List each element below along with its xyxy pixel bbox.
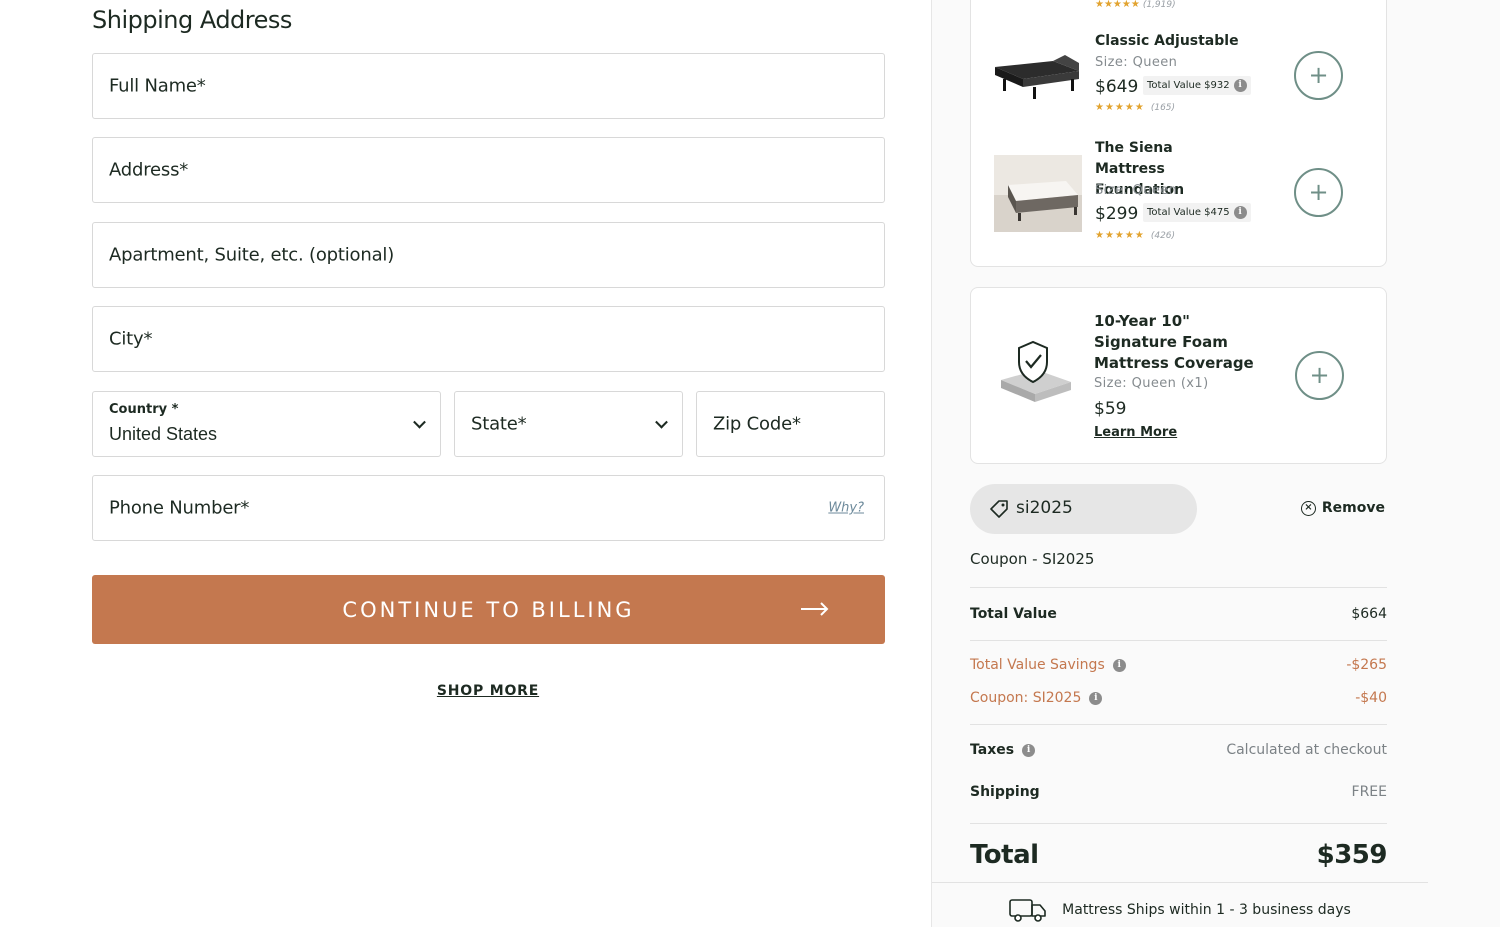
total-value-label: Total Value <box>970 606 1057 622</box>
state-placeholder: State* <box>471 413 527 435</box>
total-value-badge: Total Value $932 i <box>1143 76 1251 95</box>
info-icon[interactable]: i <box>1022 743 1036 757</box>
taxes-value: Calculated at checkout <box>1226 742 1387 758</box>
continue-to-billing-button[interactable]: CONTINUE TO BILLING <box>92 575 885 644</box>
close-circle-icon: × <box>1300 500 1316 516</box>
state-select[interactable]: State* <box>454 391 683 457</box>
total-value-amount: $664 <box>1351 606 1387 622</box>
info-icon[interactable]: i <box>1112 658 1126 672</box>
product-rating: ★★★★★ (165) <box>1095 102 1175 113</box>
info-icon[interactable]: i <box>1233 79 1247 92</box>
address-placeholder: Address* <box>109 159 189 181</box>
phone-field[interactable]: Phone Number* Why? <box>92 475 885 541</box>
coverage-size: Size: Queen (x1) <box>1094 376 1209 391</box>
total-amount: $359 <box>1316 840 1388 870</box>
shield-check-icon <box>1001 340 1071 402</box>
shop-more-link[interactable]: SHOP MORE <box>0 683 976 699</box>
divider <box>970 823 1387 824</box>
add-classic-adjustable-button[interactable]: + <box>1294 51 1343 100</box>
review-count: (426) <box>1150 231 1176 241</box>
total-value-text: Total Value $932 <box>1147 80 1230 91</box>
apartment-field[interactable]: Apartment, Suite, etc. (optional) <box>92 222 885 288</box>
product-price: $649 <box>1095 77 1139 97</box>
remove-coupon-button[interactable]: × Remove <box>1300 500 1385 516</box>
shipping-row: Shipping FREE <box>970 784 1387 800</box>
coupon-code: si2025 <box>1016 498 1073 518</box>
phone-placeholder: Phone Number* <box>109 497 250 519</box>
divider <box>970 640 1387 641</box>
coverage-price: $59 <box>1094 399 1127 419</box>
shipping-note: Mattress Ships within 1 - 3 business day… <box>932 896 1427 924</box>
shipping-form-panel: Shipping Address Full Name* Address* Apa… <box>0 0 931 927</box>
add-siena-foundation-button[interactable]: + <box>1294 168 1343 217</box>
tag-icon <box>990 500 1008 518</box>
savings-amount: -$265 <box>1346 657 1387 673</box>
product-size: Size: Queen <box>1095 183 1178 198</box>
star-icons: ★★★★★ <box>1095 102 1145 113</box>
total-label: Total <box>970 840 1039 870</box>
chevron-down-icon <box>655 415 668 429</box>
total-value-badge: Total Value $475 i <box>1143 203 1251 222</box>
adjustable-base-image <box>995 55 1079 99</box>
total-value-text: Total Value $475 <box>1147 207 1230 218</box>
page-title: Shipping Address <box>92 6 292 34</box>
coupon-discount-row: Coupon: SI2025 i -$40 <box>970 690 1387 706</box>
country-select[interactable]: Country * United States <box>92 391 441 457</box>
apartment-placeholder: Apartment, Suite, etc. (optional) <box>109 244 395 266</box>
address-field[interactable]: Address* <box>92 137 885 203</box>
city-placeholder: City* <box>109 328 153 350</box>
total-value-row: Total Value $664 <box>970 606 1387 622</box>
full-name-placeholder: Full Name* <box>109 75 206 97</box>
upsell-products-card: ★★★★★ (1,919) Classic Adjustable Size: Qu… <box>970 0 1387 267</box>
previous-item-rating: ★★★★★ (1,919) <box>1095 0 1176 10</box>
zip-code-field[interactable]: Zip Code* <box>696 391 885 457</box>
coverage-title: 10-Year 10" Signature Foam Mattress Cove… <box>1094 312 1254 372</box>
taxes-row: Taxes i Calculated at checkout <box>970 742 1387 758</box>
taxes-label: Taxes <box>970 742 1015 758</box>
city-field[interactable]: City* <box>92 306 885 372</box>
total-value-savings-row: Total Value Savings i -$265 <box>970 657 1387 673</box>
shipping-value: FREE <box>1351 784 1387 800</box>
info-icon[interactable]: i <box>1089 691 1103 705</box>
info-icon[interactable]: i <box>1233 206 1247 219</box>
product-rating: ★★★★★ (426) <box>1095 230 1175 241</box>
chevron-down-icon <box>413 415 426 429</box>
order-summary-panel: ★★★★★ (1,919) Classic Adjustable Size: Qu… <box>931 0 1500 927</box>
foundation-image <box>994 155 1082 232</box>
review-count: (165) <box>1150 103 1176 113</box>
product-size: Size: Queen <box>1095 55 1178 70</box>
savings-label: Total Value Savings <box>970 657 1105 673</box>
coupon-discount-label: Coupon: SI2025 <box>970 690 1082 706</box>
arrow-right-icon <box>801 602 829 616</box>
coupon-note: Coupon - SI2025 <box>970 550 1095 568</box>
continue-to-billing-label: CONTINUE TO BILLING <box>342 597 635 622</box>
ship-note-text: Mattress Ships within 1 - 3 business day… <box>1062 902 1351 918</box>
add-coverage-button[interactable]: + <box>1295 351 1344 400</box>
shipping-label: Shipping <box>970 784 1040 800</box>
product-title: Classic Adjustable <box>1095 33 1239 49</box>
coverage-card: 10-Year 10" Signature Foam Mattress Cove… <box>970 287 1387 464</box>
divider <box>970 587 1387 588</box>
divider <box>932 882 1428 883</box>
remove-label: Remove <box>1321 500 1385 516</box>
country-value: United States <box>109 424 218 444</box>
coupon-discount-amount: -$40 <box>1355 690 1387 706</box>
phone-why-link[interactable]: Why? <box>828 501 864 516</box>
coupon-chip: si2025 <box>970 484 1197 534</box>
product-price: $299 <box>1095 204 1139 224</box>
divider <box>970 724 1387 725</box>
previous-item-review-count: (1,919) <box>1142 0 1176 10</box>
star-icons: ★★★★★ <box>1095 230 1145 241</box>
full-name-field[interactable]: Full Name* <box>92 53 885 119</box>
learn-more-link[interactable]: Learn More <box>1094 425 1177 440</box>
zip-placeholder: Zip Code* <box>713 413 801 435</box>
country-label: Country * <box>109 402 179 417</box>
truck-icon <box>1009 899 1046 922</box>
order-total-row: Total $359 <box>970 840 1388 870</box>
